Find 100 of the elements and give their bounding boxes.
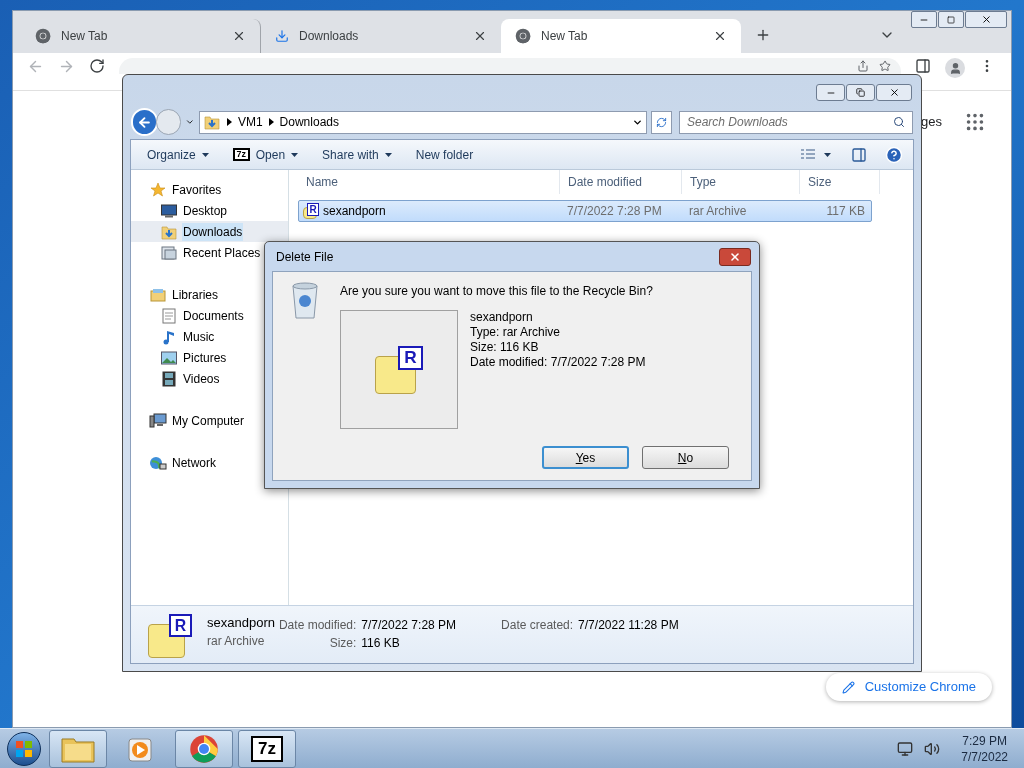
- share-icon[interactable]: [857, 60, 869, 72]
- dialog-button[interactable]: No: [642, 446, 729, 469]
- refresh-icon: [655, 116, 667, 128]
- clock-date[interactable]: 7/7/2022: [961, 748, 1008, 765]
- view-options-icon[interactable]: [801, 148, 831, 161]
- refresh-button[interactable]: [650, 110, 672, 134]
- taskbar-button[interactable]: [49, 729, 107, 768]
- file-type: rar Archive: [688, 203, 748, 220]
- nav-item[interactable]: Downloads: [182, 222, 244, 241]
- folder-download-icon: [161, 223, 177, 240]
- computer-icon: [149, 412, 167, 429]
- breadcrumb-item[interactable]: VM1: [237, 113, 263, 131]
- tab-title: Downloads: [299, 28, 360, 45]
- restore-icon: [856, 88, 865, 97]
- taskbar-button[interactable]: [175, 729, 233, 768]
- preview-pane-icon[interactable]: [851, 146, 867, 163]
- file-info-line: Date modified: 7/7/2022 7:28 PM: [470, 355, 646, 370]
- search-icon: [893, 116, 905, 128]
- details-file-name: sexandporn: [207, 614, 275, 632]
- address-bar[interactable]: VM1 Downloads: [198, 110, 647, 134]
- close-button[interactable]: [876, 84, 912, 101]
- dropdown-arrow-icon: [201, 152, 209, 157]
- details-label: Date created:: [501, 617, 574, 634]
- nav-item[interactable]: Favorites: [171, 180, 223, 199]
- taskbar-button[interactable]: 7z: [238, 729, 296, 768]
- search-field[interactable]: Search Downloads: [679, 110, 913, 134]
- browser-tab[interactable]: Downloads: [261, 19, 501, 53]
- customize-chrome-button[interactable]: Customize Chrome: [825, 673, 992, 701]
- bookmark-star-icon[interactable]: [879, 60, 891, 72]
- file-date: 7/7/2022 7:28 PM: [566, 203, 663, 220]
- column-header[interactable]: Name: [298, 170, 560, 194]
- volume-icon[interactable]: [924, 740, 941, 757]
- maximize-button[interactable]: [938, 11, 964, 28]
- nav-item[interactable]: Network: [171, 453, 217, 472]
- tab-title: New Tab: [541, 28, 589, 45]
- nav-item[interactable]: Videos: [182, 369, 221, 388]
- nav-item[interactable]: My Computer: [171, 411, 246, 430]
- file-name: sexandporn: [323, 203, 386, 220]
- breadcrumb-item[interactable]: Downloads: [279, 113, 339, 131]
- nav-item[interactable]: Pictures: [182, 348, 228, 367]
- minimize-button[interactable]: [816, 84, 845, 101]
- archive-icon: R: [303, 203, 319, 219]
- command-button[interactable]: Organize: [141, 145, 215, 164]
- chrome-logo-icon: [515, 28, 531, 44]
- command-button[interactable]: Share with: [316, 145, 398, 164]
- chrome-logo-icon: [189, 733, 219, 764]
- close-icon[interactable]: [232, 29, 246, 43]
- close-button[interactable]: [719, 247, 751, 266]
- maximize-button[interactable]: [846, 84, 875, 101]
- network-status-icon[interactable]: [897, 740, 914, 757]
- browser-tab[interactable]: New Tab: [501, 19, 741, 53]
- file-info-line: Size: 116 KB: [470, 340, 540, 355]
- nav-item[interactable]: Documents: [182, 306, 245, 325]
- clock-time[interactable]: 7:29 PM: [962, 732, 1007, 749]
- library-icon: [150, 286, 166, 303]
- back-button[interactable]: [131, 108, 159, 136]
- network-icon: [149, 454, 167, 471]
- file-info-line: sexandporn: [470, 310, 534, 325]
- desktop-icon: [161, 203, 177, 218]
- pencil-icon: [841, 680, 855, 694]
- chrome-logo-icon: [35, 28, 51, 44]
- details-value: 116 KB: [361, 635, 401, 652]
- profile-icon[interactable]: [945, 58, 965, 78]
- star-icon: [150, 181, 166, 198]
- reload-icon[interactable]: [89, 58, 105, 74]
- archiver-logo-icon: 7z: [232, 148, 250, 161]
- details-value: 7/7/2022 11:28 PM: [578, 617, 679, 634]
- details-label: Date modified:: [278, 617, 357, 634]
- browser-tab[interactable]: New Tab: [21, 19, 261, 53]
- new-tab-icon[interactable]: [755, 27, 771, 43]
- file-row[interactable]: R sexandporn 7/7/2022 7:28 PM rar Archive 117 KB: [298, 200, 872, 222]
- details-label: Size:: [329, 635, 357, 652]
- nav-item[interactable]: Recent Places: [182, 243, 262, 262]
- close-button[interactable]: [965, 11, 1007, 28]
- breadcrumb-arrow-icon[interactable]: [226, 118, 232, 126]
- command-button[interactable]: New folder: [409, 145, 480, 164]
- column-header[interactable]: Date modified: [560, 170, 682, 194]
- nav-item[interactable]: Libraries: [171, 285, 220, 304]
- maximize-icon: [947, 15, 955, 24]
- pictures-icon: [161, 350, 177, 365]
- column-header[interactable]: Type: [682, 170, 800, 194]
- nav-item[interactable]: Desktop: [182, 201, 229, 220]
- breadcrumb-arrow-icon[interactable]: [268, 118, 274, 126]
- history-dropdown-icon[interactable]: [185, 117, 195, 127]
- nav-item[interactable]: Music: [182, 327, 216, 346]
- apps-grid-icon[interactable]: [964, 111, 986, 133]
- command-button[interactable]: 7z Open: [226, 145, 305, 164]
- minimize-button[interactable]: [911, 11, 937, 28]
- side-panel-icon[interactable]: [915, 58, 931, 74]
- close-icon[interactable]: [713, 29, 727, 43]
- dropdown-arrow-icon: [384, 152, 392, 157]
- recycle-bin-icon: [289, 280, 321, 320]
- dialog-button[interactable]: Yes: [542, 446, 629, 469]
- media-player-icon: [128, 735, 154, 762]
- folder-download-icon: [203, 114, 220, 130]
- images-link[interactable]: ges: [921, 112, 942, 132]
- file-info-line: Type: rar Archive: [470, 325, 562, 340]
- column-header[interactable]: Size: [800, 170, 880, 194]
- close-icon[interactable]: [473, 29, 487, 43]
- help-icon[interactable]: [885, 145, 903, 164]
